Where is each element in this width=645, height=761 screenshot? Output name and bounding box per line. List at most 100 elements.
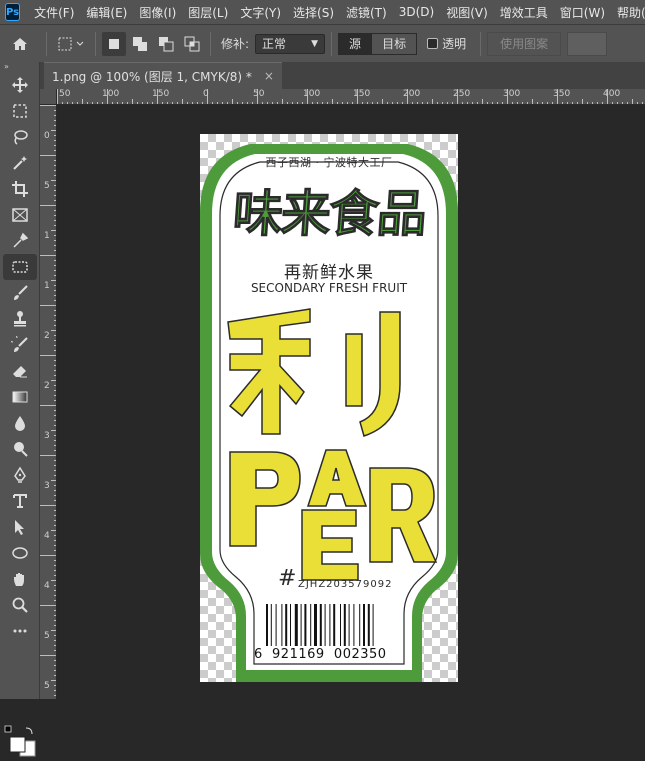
ruler-ticks	[40, 105, 56, 696]
source-button[interactable]: 源	[338, 32, 373, 55]
menu-file[interactable]: 文件(F)	[28, 4, 80, 21]
tool-preset-picker[interactable]	[53, 31, 89, 57]
document-tab-title: 1.png @ 100% (图层 1, CMYK/8) *	[52, 69, 252, 84]
more-icon[interactable]	[3, 618, 37, 644]
patch-mode-value: 正常	[262, 37, 287, 51]
eyedropper-icon[interactable]	[3, 228, 37, 254]
divider	[210, 31, 211, 56]
type-icon[interactable]	[3, 488, 37, 514]
default-colors-icon	[4, 725, 12, 733]
ellipse-icon[interactable]	[3, 540, 37, 566]
ruler-v-label: 2	[44, 381, 50, 391]
subtitle-en: SECONDARY FRESH FRUIT	[250, 281, 408, 295]
ruler-v-label: 5	[44, 181, 50, 191]
ruler-v-label: 5	[44, 631, 50, 641]
stamp-icon[interactable]	[3, 306, 37, 332]
menu-select[interactable]: 选择(S)	[287, 4, 340, 21]
menu-window[interactable]: 窗口(W)	[554, 4, 611, 21]
close-icon[interactable]: ×	[264, 69, 274, 83]
zoom-icon[interactable]	[3, 592, 37, 618]
frame-icon[interactable]	[3, 202, 37, 228]
ruler-v-label: 1	[44, 281, 50, 291]
gradient-icon[interactable]	[3, 384, 37, 410]
options-bar: 修补: 正常 ▼ 源 目标 透明 使用图案	[0, 24, 645, 62]
new-selection-button[interactable]	[102, 31, 126, 56]
ruler-corner[interactable]	[40, 89, 57, 105]
menu-layer[interactable]: 图层(L)	[182, 4, 234, 21]
patch-mode-dropdown[interactable]: 正常 ▼	[255, 33, 326, 54]
ruler-h-label: 100	[303, 89, 321, 99]
history-brush-icon[interactable]	[3, 332, 37, 358]
subtitle-cn: 再新鲜水果	[284, 263, 374, 283]
chevron-down-icon: ▼	[311, 38, 319, 49]
transparent-label: 透明	[442, 37, 467, 51]
lasso-icon[interactable]	[3, 124, 37, 150]
menu-filter[interactable]: 滤镜(T)	[340, 4, 393, 21]
ruler-v-label: 0	[44, 131, 50, 141]
menu-3d[interactable]: 3D(D)	[393, 5, 440, 19]
divider	[95, 31, 96, 56]
patch-mode-label: 修补:	[221, 37, 250, 51]
dodge-icon[interactable]	[3, 436, 37, 462]
horizontal-ruler[interactable]: 50 100 150 0 50 100 150 200 250 300 350 …	[57, 89, 645, 105]
document-canvas[interactable]: 西子西湖 · 宁波特大工厂 味来食品 再新鲜水果 SECONDARY FRESH…	[200, 134, 458, 682]
canvas-area[interactable]: 西子西湖 · 宁波特大工厂 味来食品 再新鲜水果 SECONDARY FRESH…	[57, 105, 645, 699]
divider	[331, 31, 333, 56]
document-tab[interactable]: 1.png @ 100% (图层 1, CMYK/8) * ×	[44, 62, 282, 89]
ruler-v-label: 3	[44, 431, 50, 441]
divider	[46, 31, 47, 56]
hash-mark: #	[278, 566, 297, 591]
color-swatches[interactable]	[4, 725, 36, 757]
divider	[480, 31, 482, 56]
subtract-selection-button[interactable]	[154, 32, 178, 56]
patch-icon[interactable]	[3, 254, 37, 280]
marquee-icon[interactable]	[3, 98, 37, 124]
ruler-h-label: 250	[453, 89, 471, 99]
ruler-h-label: 200	[403, 89, 421, 99]
magic-wand-icon[interactable]	[3, 150, 37, 176]
ruler-h-label: 300	[503, 89, 521, 99]
ruler-h-label: 150	[152, 89, 170, 99]
menu-image[interactable]: 图像(I)	[133, 4, 182, 21]
menu-help[interactable]: 帮助(H)	[611, 4, 645, 21]
target-button[interactable]: 目标	[372, 32, 418, 55]
ruler-h-label: 0	[203, 89, 209, 99]
ruler-h-label: 50	[59, 89, 71, 99]
photoshop-logo-icon[interactable]: Ps	[5, 3, 21, 21]
patch-preset-icon	[58, 37, 84, 50]
collapse-toolbox-icon[interactable]: »	[0, 62, 39, 72]
ruler-v-label: 4	[44, 531, 50, 541]
ruler-v-label: 5	[44, 681, 50, 691]
intersect-selection-button[interactable]	[180, 32, 204, 56]
factory-text: 西子西湖 · 宁波特大工厂	[265, 156, 393, 169]
brush-icon[interactable]	[3, 280, 37, 306]
use-pattern-button[interactable]: 使用图案	[487, 31, 562, 56]
ruler-h-label: 350	[553, 89, 571, 99]
ruler-v-label: 2	[44, 331, 50, 341]
menu-edit[interactable]: 编辑(E)	[80, 4, 133, 21]
ruler-v-label: 3	[44, 481, 50, 491]
ruler-h-label: 50	[253, 89, 265, 99]
transparent-checkbox[interactable]: 透明	[427, 35, 466, 52]
checkbox-box	[427, 38, 439, 49]
menu-plugins[interactable]: 增效工具	[494, 4, 554, 21]
menu-view[interactable]: 视图(V)	[440, 4, 494, 21]
blur-icon[interactable]	[3, 410, 37, 436]
brand-title: 味来食品	[230, 185, 428, 244]
menu-type[interactable]: 文字(Y)	[234, 4, 287, 21]
hand-icon[interactable]	[3, 566, 37, 592]
home-icon[interactable]	[0, 31, 40, 57]
foreground-color	[9, 736, 26, 753]
ruler-h-label: 150	[353, 89, 371, 99]
move-icon[interactable]	[3, 72, 37, 98]
eraser-icon[interactable]	[3, 358, 37, 384]
add-selection-button[interactable]	[128, 32, 152, 56]
pattern-picker[interactable]	[567, 31, 608, 56]
vertical-ruler[interactable]: 0 5 1 1 2 2 3 3 4 4 5 5	[40, 105, 57, 699]
letter-e	[301, 509, 359, 581]
path-select-icon[interactable]	[3, 514, 37, 540]
pen-icon[interactable]	[3, 462, 37, 488]
crop-icon[interactable]	[3, 176, 37, 202]
ruler-v-label: 4	[44, 581, 50, 591]
document-tab-bar: 1.png @ 100% (图层 1, CMYK/8) * ×	[40, 62, 645, 89]
